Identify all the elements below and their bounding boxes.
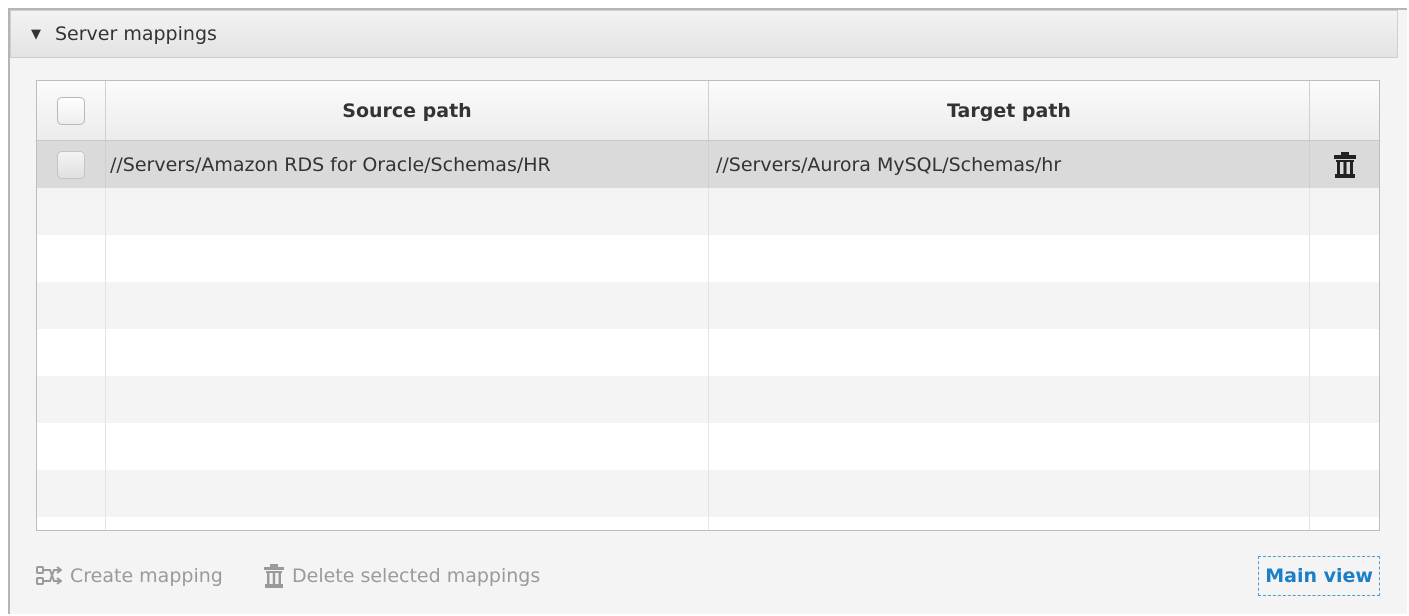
empty-cell <box>1310 188 1379 235</box>
trash-icon <box>264 564 284 588</box>
footer-toolbar: Create mapping Delete selected mappings … <box>36 556 1380 596</box>
empty-cell <box>1310 517 1379 530</box>
empty-cell <box>106 423 709 470</box>
create-mapping-icon <box>36 565 62 587</box>
table-row-empty <box>37 329 1379 376</box>
main-view-link[interactable]: Main view <box>1258 556 1380 596</box>
table-header: Source path Target path <box>37 81 1379 141</box>
empty-cell <box>1310 376 1379 423</box>
panel-title: Server mappings <box>55 23 217 45</box>
table-row-empty <box>37 188 1379 235</box>
target-path-cell[interactable]: //Servers/Aurora MySQL/Schemas/hr <box>709 141 1310 188</box>
column-header-target[interactable]: Target path <box>709 81 1310 140</box>
delete-selected-mappings-button[interactable]: Delete selected mappings <box>264 556 540 596</box>
empty-cell <box>106 188 709 235</box>
select-all-checkbox[interactable] <box>57 96 85 125</box>
table-row-empty <box>37 423 1379 470</box>
empty-cell <box>709 282 1310 329</box>
create-mapping-button[interactable]: Create mapping <box>36 556 223 596</box>
empty-cell <box>709 329 1310 376</box>
trash-icon[interactable] <box>1333 151 1356 178</box>
create-mapping-label: Create mapping <box>70 565 223 587</box>
triangle-down-icon[interactable]: ▼ <box>31 27 45 42</box>
select-all-header <box>37 81 106 140</box>
empty-cell <box>37 517 106 530</box>
table-row-empty <box>37 470 1379 517</box>
empty-cell <box>709 470 1310 517</box>
empty-cell <box>1310 423 1379 470</box>
table-row-empty <box>37 517 1379 530</box>
empty-cell <box>1310 282 1379 329</box>
delete-selected-mappings-label: Delete selected mappings <box>292 565 541 587</box>
empty-cell <box>37 235 106 282</box>
empty-cell <box>709 517 1310 530</box>
table-body: //Servers/Amazon RDS for Oracle/Schemas/… <box>37 141 1379 530</box>
empty-cell <box>106 329 709 376</box>
empty-cell <box>1310 470 1379 517</box>
empty-cell <box>37 376 106 423</box>
empty-cell <box>709 423 1310 470</box>
mappings-table: Source path Target path //Servers/Amazon… <box>36 80 1380 531</box>
empty-cell <box>106 376 709 423</box>
column-header-source[interactable]: Source path <box>106 81 709 140</box>
empty-cell <box>37 329 106 376</box>
row-actions-cell <box>1310 141 1379 188</box>
table-row-empty <box>37 376 1379 423</box>
empty-cell <box>37 470 106 517</box>
empty-cell <box>37 188 106 235</box>
table-row[interactable]: //Servers/Amazon RDS for Oracle/Schemas/… <box>37 141 1379 188</box>
empty-cell <box>106 517 709 530</box>
empty-cell <box>709 188 1310 235</box>
source-path-cell[interactable]: //Servers/Amazon RDS for Oracle/Schemas/… <box>106 141 709 188</box>
row-checkbox[interactable] <box>57 150 85 179</box>
empty-cell <box>709 376 1310 423</box>
empty-cell <box>106 282 709 329</box>
empty-cell <box>106 470 709 517</box>
empty-cell <box>709 235 1310 282</box>
empty-cell <box>1310 235 1379 282</box>
server-mappings-header[interactable]: ▼ Server mappings <box>10 10 1398 58</box>
column-header-actions <box>1310 81 1379 140</box>
empty-cell <box>37 282 106 329</box>
empty-cell <box>1310 329 1379 376</box>
empty-cell <box>106 235 709 282</box>
table-row-empty <box>37 235 1379 282</box>
row-select-cell <box>37 141 106 188</box>
empty-cell <box>37 423 106 470</box>
table-row-empty <box>37 282 1379 329</box>
